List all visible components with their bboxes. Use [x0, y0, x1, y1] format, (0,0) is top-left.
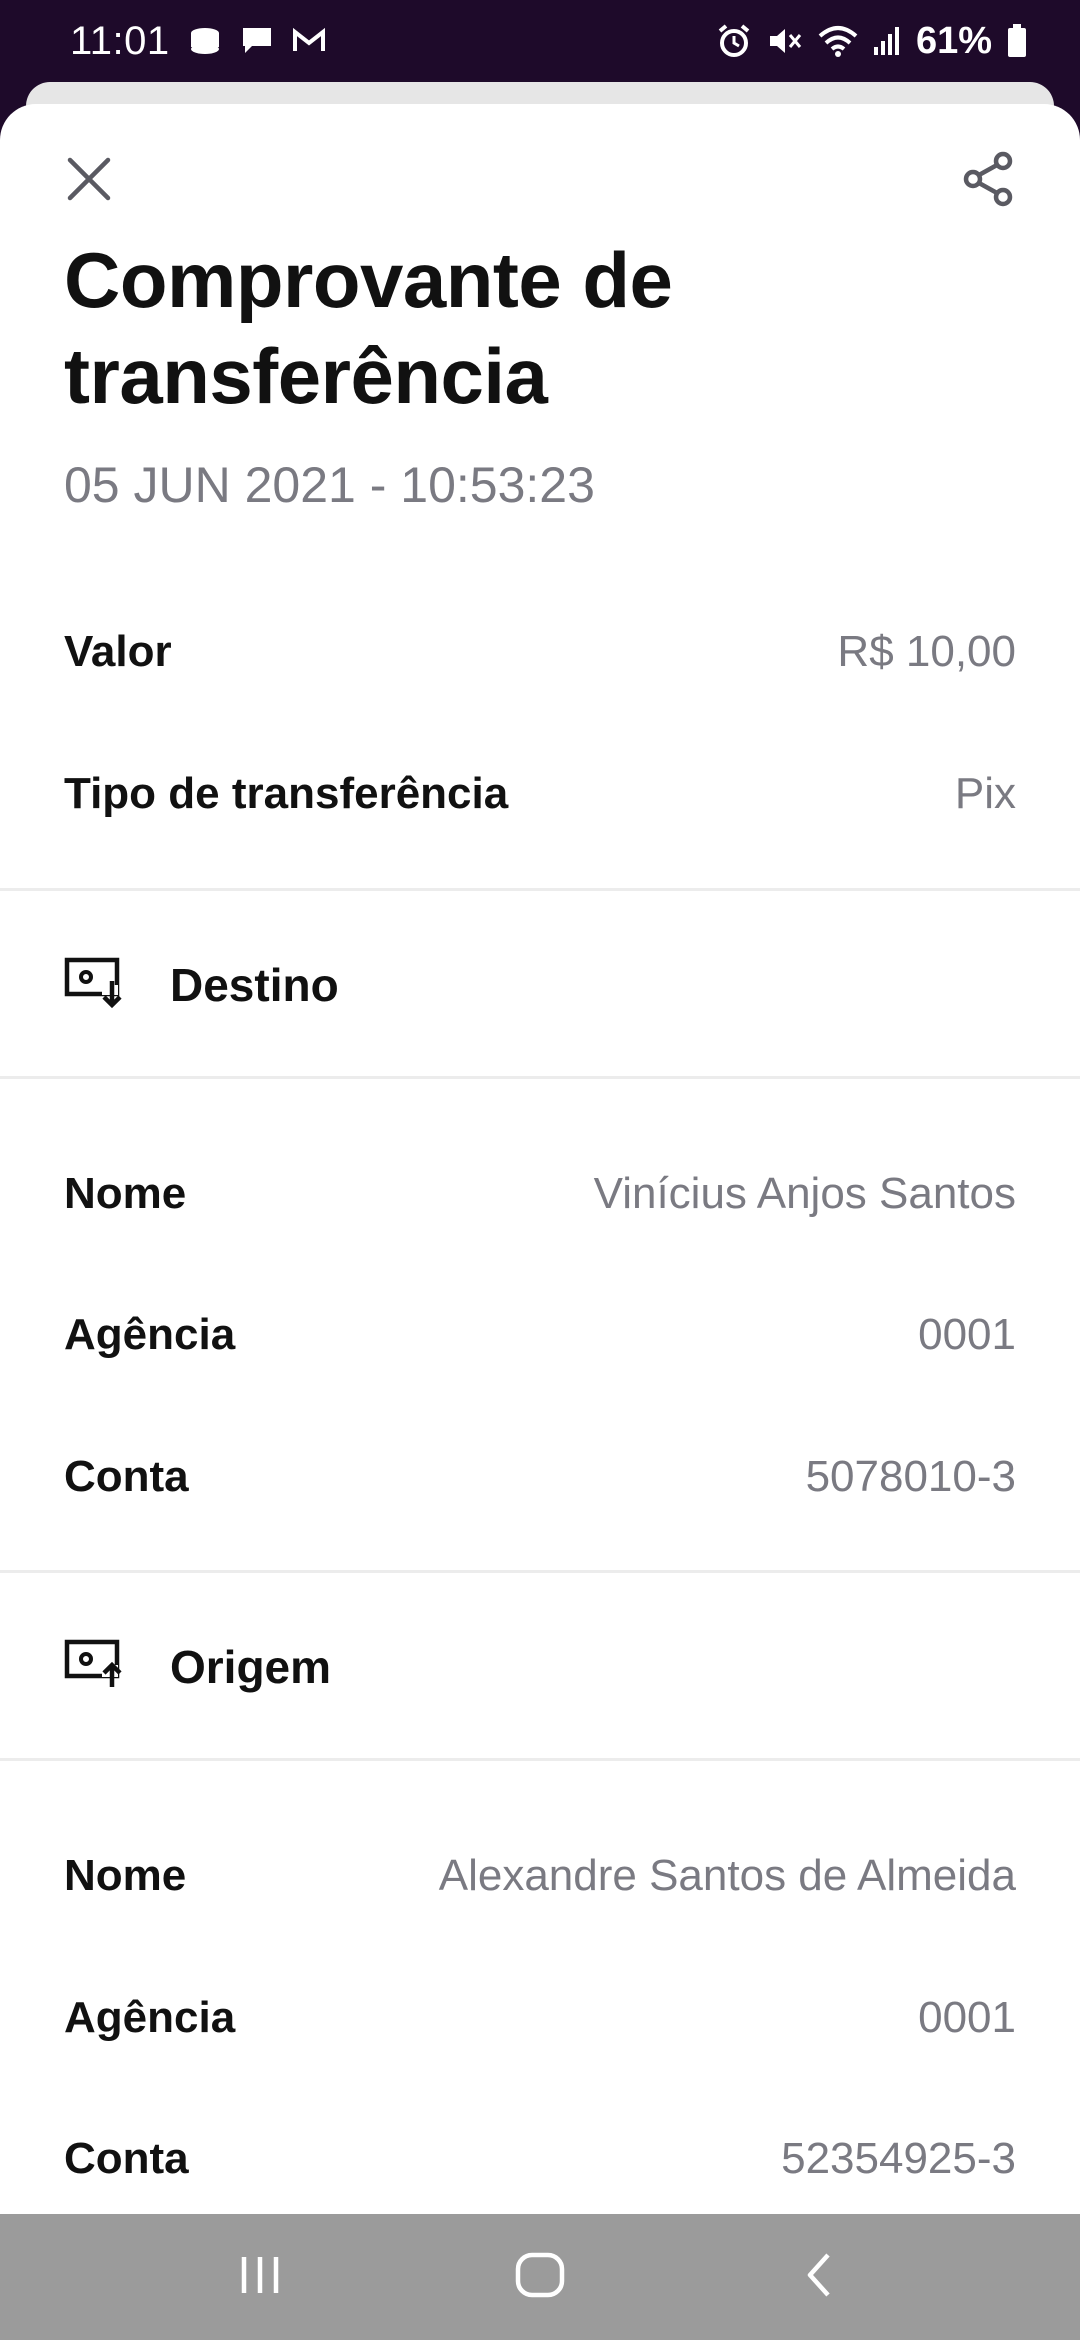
back-icon	[800, 2251, 840, 2304]
sheet-header	[0, 144, 1080, 214]
alarm-icon	[716, 23, 752, 59]
recent-apps-icon	[236, 2253, 284, 2302]
recent-apps-button[interactable]	[210, 2227, 310, 2327]
share-button[interactable]	[958, 150, 1020, 212]
origem-nome-value: Alexandre Santos de Almeida	[438, 1851, 1016, 1900]
origem-agencia-value: 0001	[918, 1993, 1016, 2042]
origem-agencia-label: Agência	[64, 1993, 236, 2042]
destino-nome-value: Vinícius Anjos Santos	[593, 1169, 1016, 1218]
battery-icon	[1006, 23, 1028, 59]
valor-value: R$ 10,00	[837, 627, 1016, 676]
money-send-icon	[64, 1639, 126, 1696]
wifi-icon	[818, 24, 858, 58]
destino-header: Destino	[64, 940, 964, 1030]
destino-agencia-label: Agência	[64, 1310, 236, 1359]
origem-nome-row: Nome Alexandre Santos de Almeida	[64, 1836, 1016, 1916]
navigation-bar	[0, 2214, 1080, 2340]
storage-icon	[188, 26, 222, 56]
home-icon	[514, 2251, 566, 2304]
divider	[0, 1758, 1080, 1761]
tipo-value: Pix	[954, 769, 1016, 818]
origem-agencia-row: Agência 0001	[64, 1978, 1016, 2058]
tipo-label: Tipo de transferência	[64, 769, 509, 818]
battery-percent: 61%	[915, 19, 992, 62]
destino-conta-row: Conta 5078010-3	[64, 1437, 1016, 1517]
money-receive-icon	[64, 957, 126, 1014]
transfer-datetime: 05 JUN 2021 - 10:53:23	[64, 457, 595, 513]
destino-nome-label: Nome	[64, 1169, 187, 1218]
status-right: 61%	[716, 20, 1028, 63]
origem-title: Origem	[170, 1641, 332, 1693]
valor-row: Valor R$ 10,00	[64, 612, 1016, 692]
signal-icon	[872, 25, 902, 57]
page-title: Comprovante de transferência	[64, 236, 673, 420]
destino-conta-label: Conta	[64, 1452, 189, 1501]
divider	[0, 1570, 1080, 1573]
destino-agencia-row: Agência 0001	[64, 1295, 1016, 1375]
chat-icon	[240, 25, 274, 57]
gmail-icon	[292, 27, 326, 55]
back-button[interactable]	[770, 2227, 870, 2327]
close-button[interactable]	[60, 152, 118, 210]
valor-label: Valor	[64, 627, 172, 676]
mute-icon	[766, 23, 804, 59]
status-left: 11:01	[70, 19, 326, 64]
destino-title: Destino	[170, 959, 339, 1011]
divider	[0, 1076, 1080, 1079]
receipt-sheet: Comprovante de transferência 05 JUN 2021…	[0, 104, 1080, 2214]
origem-conta-row: Conta 52354925-3	[64, 2119, 1016, 2199]
status-time: 11:01	[70, 18, 170, 63]
status-bar: 11:01 61%	[0, 0, 1080, 82]
home-button[interactable]	[490, 2227, 590, 2327]
close-icon	[66, 156, 112, 207]
share-icon	[961, 151, 1017, 212]
destino-conta-value: 5078010-3	[805, 1452, 1016, 1501]
origem-conta-value: 52354925-3	[781, 2134, 1016, 2183]
origem-nome-label: Nome	[64, 1851, 187, 1900]
origem-conta-label: Conta	[64, 2134, 189, 2183]
destino-agencia-value: 0001	[918, 1310, 1016, 1359]
origem-header: Origem	[64, 1622, 964, 1712]
tipo-row: Tipo de transferência Pix	[64, 754, 1016, 834]
divider	[0, 888, 1080, 891]
destino-nome-row: Nome Vinícius Anjos Santos	[64, 1154, 1016, 1234]
